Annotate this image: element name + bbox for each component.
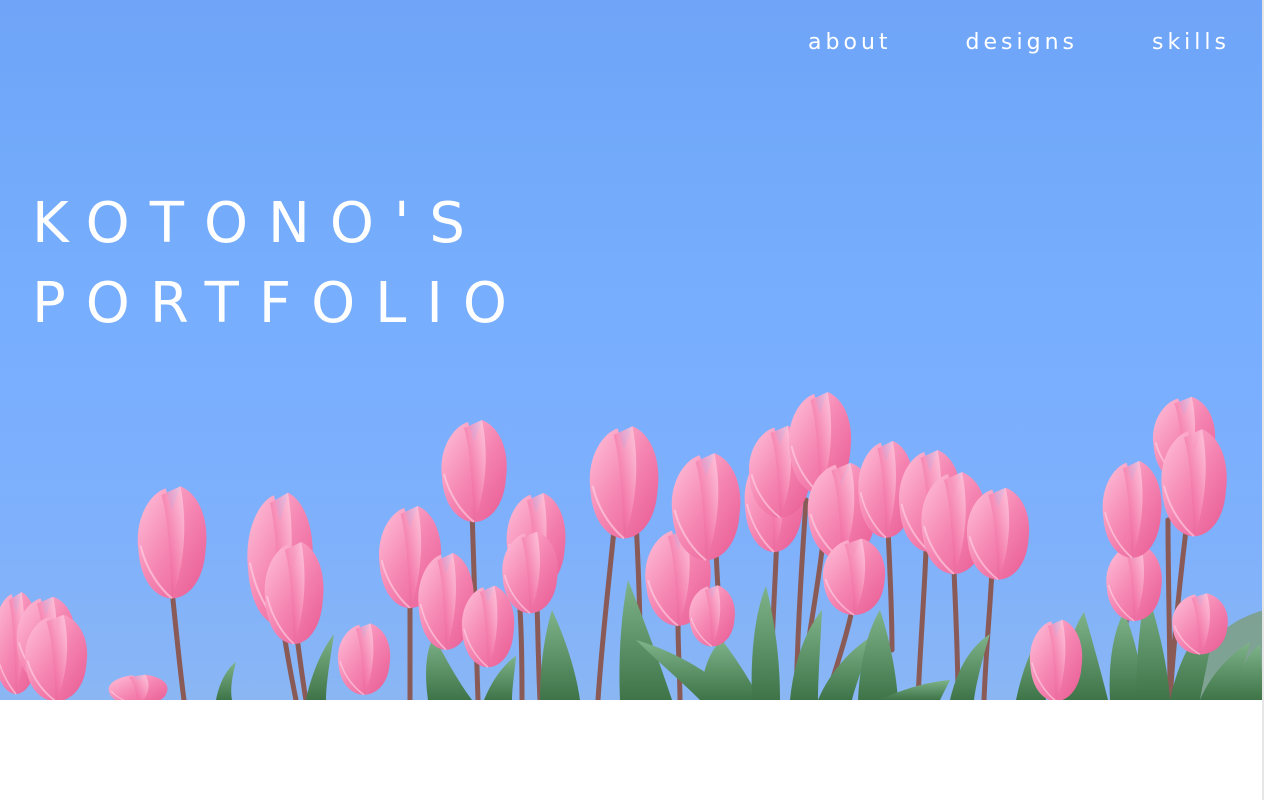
nav-link-designs[interactable]: designs (966, 30, 1078, 55)
top-nav: about designs skills (808, 30, 1230, 55)
content-area (0, 700, 1262, 800)
nav-link-skills[interactable]: skills (1152, 30, 1230, 55)
tulip-field-image (0, 391, 1264, 700)
hero-banner: about designs skills KOTONO'S PORTFOLIO (0, 0, 1264, 700)
nav-link-about[interactable]: about (808, 30, 891, 55)
page-title: KOTONO'S PORTFOLIO (32, 184, 527, 344)
page-title-line-2: PORTFOLIO (32, 271, 527, 336)
page-title-line-1: KOTONO'S (32, 191, 485, 256)
